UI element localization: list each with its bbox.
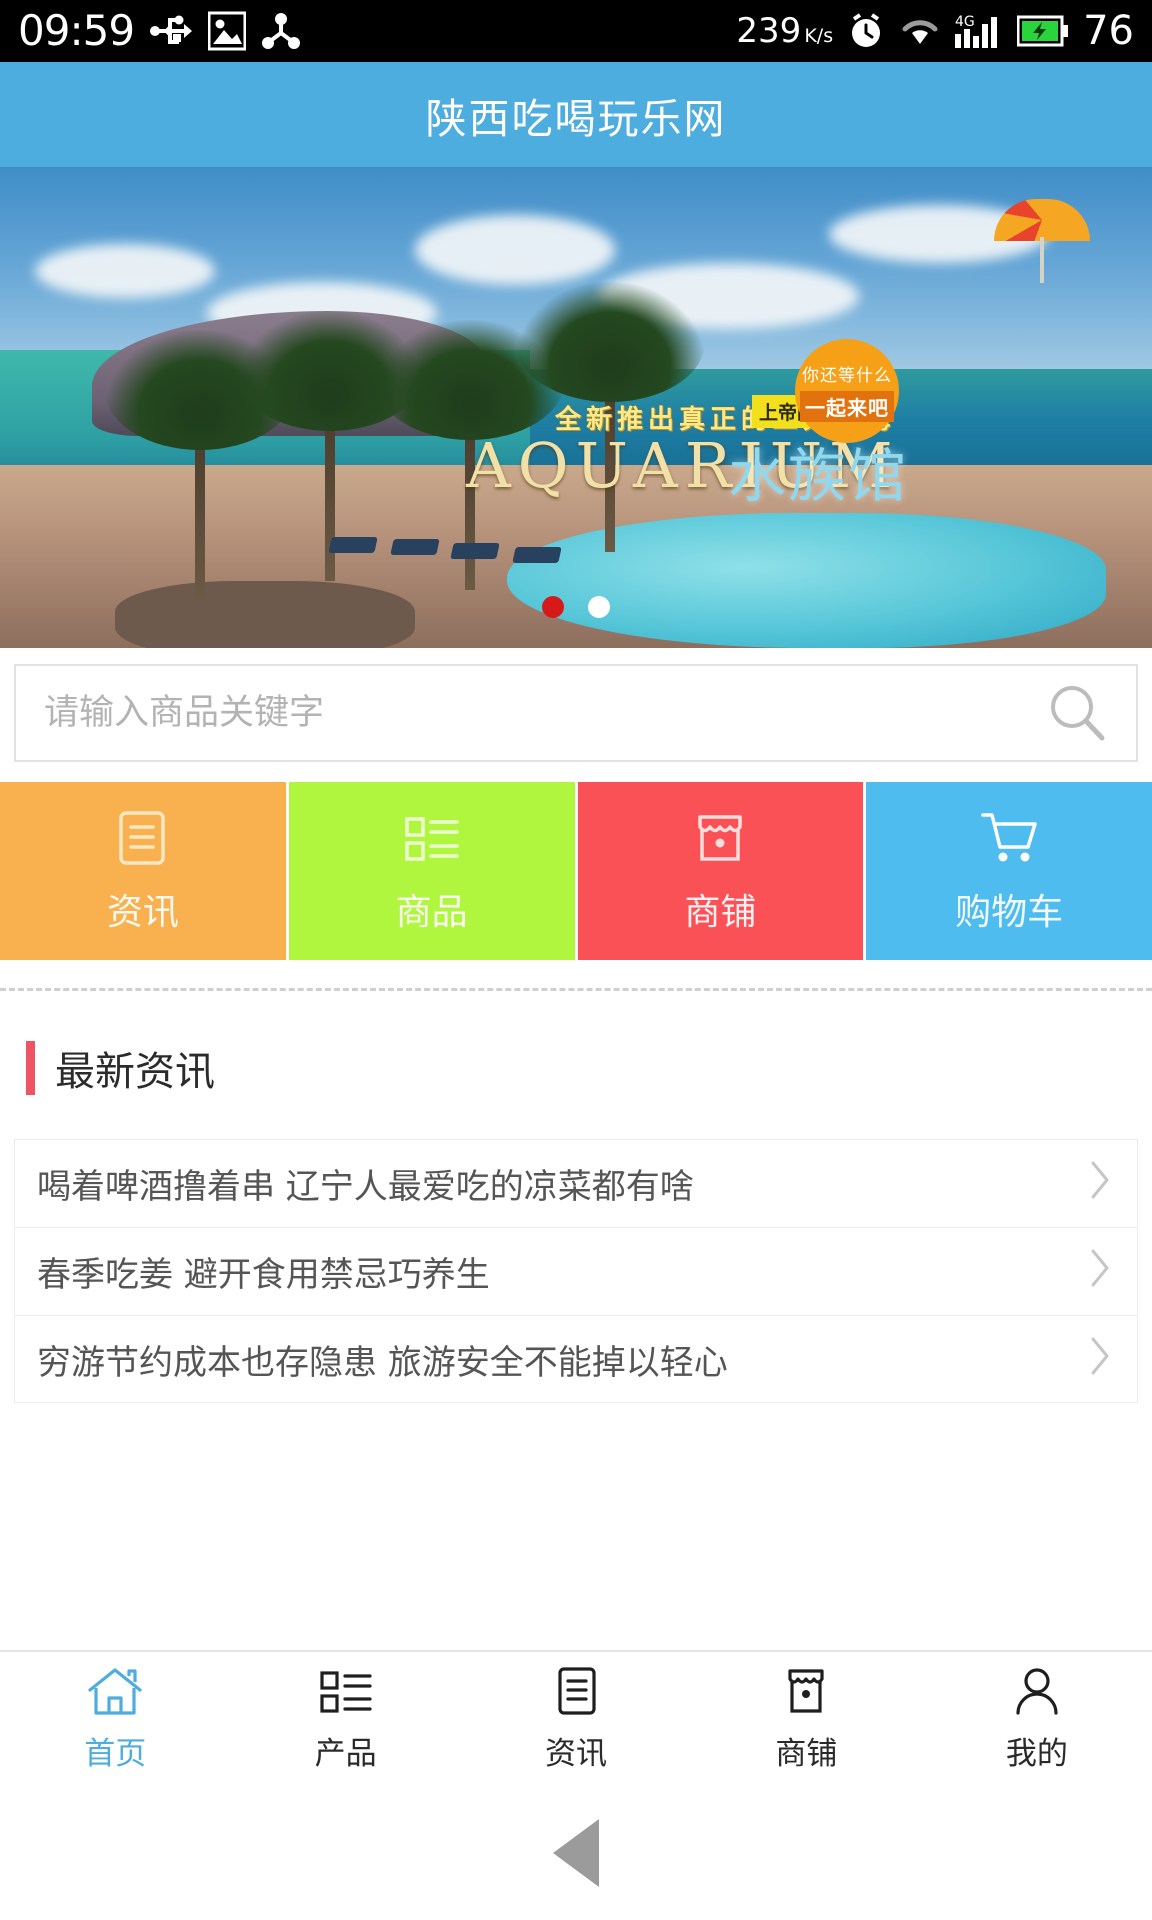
tile-label: 资讯	[106, 892, 179, 933]
list-item[interactable]: 春季吃姜 避开食用禁忌巧养生	[14, 1227, 1138, 1315]
page-title: 陕西吃喝玩乐网	[425, 94, 727, 143]
tab-label: 资讯	[545, 1736, 608, 1772]
banner-deck	[115, 580, 415, 648]
chevron-right-icon	[1087, 1334, 1113, 1385]
home-icon	[86, 1665, 144, 1719]
battery-percent: 76	[1083, 8, 1134, 54]
battery-charging-icon	[1017, 15, 1069, 47]
network-speed-value: 239	[736, 11, 802, 51]
tile-label: 商品	[395, 892, 468, 933]
bottom-tab-bar: 首页 产品 资讯 商铺 我的	[0, 1650, 1152, 1786]
usb-icon	[150, 14, 193, 48]
system-nav-bar	[0, 1786, 1152, 1920]
cloud-1	[34, 243, 215, 298]
tab-shops[interactable]: 商铺	[691, 1665, 921, 1773]
tile-shops[interactable]: 商铺	[574, 782, 864, 960]
search-input[interactable]	[44, 693, 1046, 733]
svg-text:4G: 4G	[955, 14, 975, 30]
search-section	[0, 648, 1152, 762]
cloud-3	[414, 215, 615, 286]
section-accent-bar	[26, 1041, 35, 1095]
badge-line-1: 你还等什么	[802, 365, 892, 386]
document-icon	[112, 807, 174, 869]
list-icon	[401, 807, 463, 869]
tile-label: 购物车	[955, 892, 1064, 933]
status-bar-left: 09:59	[18, 6, 301, 55]
news-title: 穷游节约成本也存隐患 旅游安全不能掉以轻心	[37, 1342, 728, 1383]
tab-label: 产品	[314, 1736, 377, 1772]
tile-news[interactable]: 资讯	[0, 782, 286, 960]
alarm-clock-icon	[847, 12, 885, 50]
document-icon	[547, 1665, 605, 1719]
banner-title-cn: 水族馆	[728, 442, 909, 510]
badge-line-2: 一起来吧	[800, 390, 894, 422]
tile-label: 商铺	[684, 892, 757, 933]
status-time: 09:59	[18, 6, 135, 55]
cart-icon	[978, 807, 1040, 869]
search-box[interactable]	[14, 664, 1138, 762]
image-icon	[208, 11, 247, 51]
tab-products[interactable]: 产品	[230, 1665, 460, 1773]
carousel-dots	[542, 596, 610, 618]
tab-news[interactable]: 资讯	[461, 1665, 691, 1773]
person-icon	[1008, 1665, 1066, 1719]
category-tiles: 资讯 商品 商铺 购物车	[0, 782, 1152, 960]
list-icon	[317, 1665, 375, 1719]
chevron-right-icon	[1087, 1246, 1113, 1297]
network-speed-unit: K/s	[804, 25, 834, 47]
app-header: 陕西吃喝玩乐网	[0, 62, 1152, 167]
carousel-dot-2[interactable]	[588, 596, 610, 618]
tab-label: 首页	[84, 1736, 147, 1772]
tab-label: 我的	[1005, 1736, 1068, 1772]
tile-cart[interactable]: 购物车	[863, 782, 1152, 960]
banner-cta-badge[interactable]: 你还等什么 一起来吧	[795, 339, 899, 443]
store-icon	[777, 1665, 835, 1719]
tab-label: 商铺	[775, 1736, 838, 1772]
deck-chair-2	[390, 539, 440, 555]
status-bar: 09:59 239 K/s 4G 76	[0, 0, 1152, 62]
news-title: 喝着啤酒撸着串 辽宁人最爱吃的凉菜都有啥	[37, 1167, 694, 1207]
list-item[interactable]: 喝着啤酒撸着串 辽宁人最爱吃的凉菜都有啥	[14, 1139, 1138, 1227]
tab-home[interactable]: 首页	[0, 1665, 230, 1773]
deck-chair-4	[512, 547, 562, 563]
tab-profile[interactable]: 我的	[922, 1665, 1152, 1773]
section-title: 最新资讯	[55, 1049, 215, 1095]
network-speed: 239 K/s	[736, 14, 833, 48]
status-bar-right: 239 K/s 4G 76	[736, 11, 1134, 51]
chevron-right-icon	[1087, 1158, 1113, 1209]
section-header-latest-news: 最新资讯	[0, 991, 1152, 1139]
list-item[interactable]: 穷游节约成本也存隐患 旅游安全不能掉以轻心	[14, 1315, 1138, 1403]
deck-chair-1	[328, 537, 378, 553]
wifi-icon	[899, 14, 941, 48]
umbrella-pole	[1040, 237, 1044, 283]
search-icon[interactable]	[1046, 682, 1108, 744]
banner-carousel[interactable]: 全新推出真正的三天出海 上帝的水族馆 AQUARIUM 水族馆 你还等什么 一起…	[0, 167, 1152, 648]
tile-products[interactable]: 商品	[285, 782, 575, 960]
share-node-icon	[262, 12, 301, 50]
back-triangle-icon[interactable]	[553, 1819, 599, 1887]
banner-pool	[506, 513, 1106, 648]
news-list: 喝着啤酒撸着串 辽宁人最爱吃的凉菜都有啥 春季吃姜 避开食用禁忌巧养生 穷游节约…	[0, 1139, 1152, 1403]
news-title: 春季吃姜 避开食用禁忌巧养生	[37, 1255, 490, 1295]
signal-4g-icon: 4G	[955, 12, 1003, 50]
store-icon	[689, 807, 751, 869]
deck-chair-3	[450, 543, 500, 559]
carousel-dot-1[interactable]	[542, 596, 564, 618]
